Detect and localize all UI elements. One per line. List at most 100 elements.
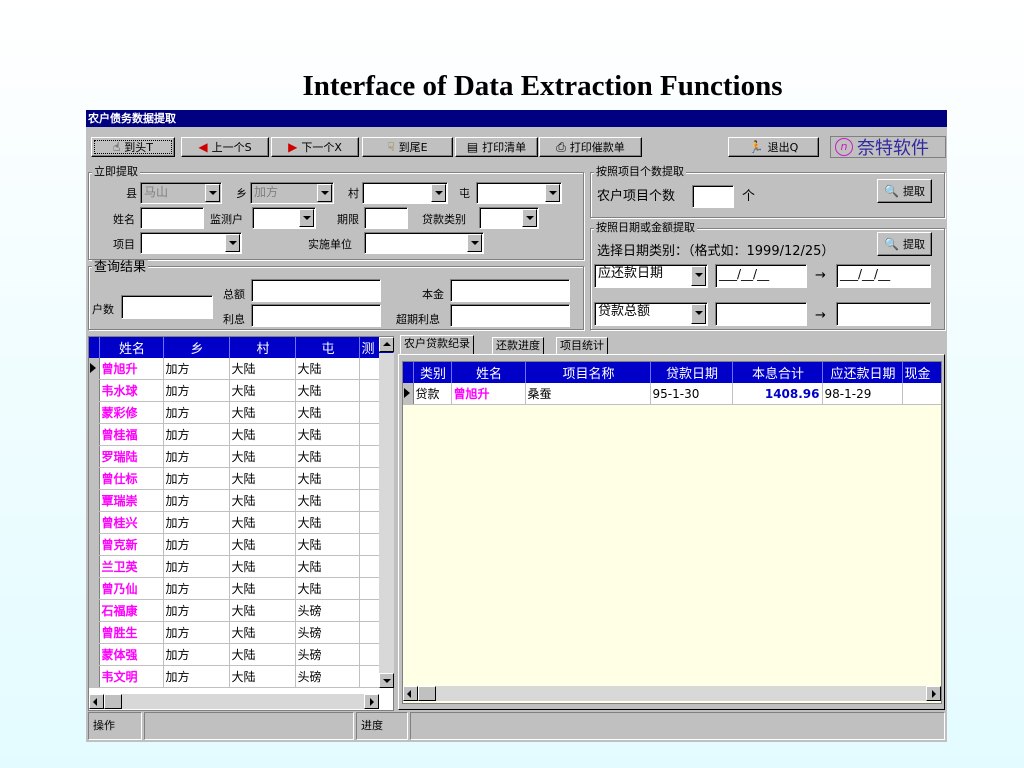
date-from-input[interactable]: ___/__/__ [715, 264, 807, 288]
amount-type-select[interactable]: 贷款总额 [594, 302, 708, 326]
cell-village[interactable]: 大陆 [229, 511, 296, 534]
table-row[interactable]: 曾桂福 加方 大陆 大陆 [89, 423, 393, 446]
unit-dropdown-button[interactable] [467, 234, 482, 252]
table-row[interactable]: 兰卫英 加方 大陆 大陆 [89, 555, 393, 578]
cell-tun[interactable]: 大陆 [295, 445, 360, 468]
cell-village[interactable]: 大陆 [229, 467, 296, 490]
col-header-township[interactable]: 乡 [163, 337, 230, 358]
loan-col-cash[interactable]: 现金 [902, 362, 941, 383]
cell-village[interactable]: 大陆 [229, 358, 296, 380]
date-type-select[interactable]: 应还款日期 [594, 264, 708, 288]
cell-village[interactable]: 大陆 [229, 533, 296, 556]
date-to-input[interactable]: ___/__/__ [836, 264, 931, 288]
cell-name[interactable]: 兰卫英 [99, 555, 164, 578]
left-grid-hscroll-track[interactable] [89, 694, 379, 709]
tun-select[interactable] [476, 182, 562, 204]
row-indicator[interactable] [89, 401, 100, 424]
left-grid-vscroll-track[interactable] [379, 353, 394, 673]
table-row[interactable]: 蒙体强 加方 大陆 头磅 [89, 643, 393, 666]
cell-village[interactable]: 大陆 [229, 489, 296, 512]
cell-township[interactable]: 加方 [163, 401, 230, 424]
cell-village[interactable]: 大陆 [229, 401, 296, 424]
date-extract-button[interactable]: 🔍 提取 [877, 232, 932, 256]
row-indicator[interactable] [89, 621, 100, 644]
cell-name[interactable]: 覃瑞崇 [99, 489, 164, 512]
col-header-tun[interactable]: 屯 [295, 337, 360, 358]
project-count-input[interactable] [692, 185, 734, 208]
cell-name[interactable]: 韦文明 [99, 665, 164, 688]
cell-tun[interactable]: 头磅 [295, 621, 360, 644]
amount-type-dropdown-button[interactable] [691, 304, 706, 324]
cell-township[interactable]: 加方 [163, 643, 230, 666]
amount-to-input[interactable] [836, 302, 931, 326]
cell-type[interactable]: 贷款 [413, 383, 452, 405]
col-header-name[interactable]: 姓名 [99, 337, 164, 358]
left-grid-scroll-left[interactable] [89, 694, 104, 709]
count-extract-button[interactable]: 🔍 提取 [877, 179, 932, 203]
cell-village[interactable]: 大陆 [229, 423, 296, 446]
township-dropdown-button[interactable] [317, 184, 332, 202]
row-indicator[interactable] [89, 445, 100, 468]
cell-name[interactable]: 蒙彩修 [99, 401, 164, 424]
row-indicator[interactable] [89, 423, 100, 446]
township-select[interactable]: 加方 [250, 182, 334, 204]
date-type-dropdown-button[interactable] [691, 266, 706, 286]
table-row[interactable]: 曾克新 加方 大陆 大陆 [89, 533, 393, 556]
cell-township[interactable]: 加方 [163, 533, 230, 556]
cell-township[interactable]: 加方 [163, 379, 230, 402]
right-grid-hscroll-track[interactable] [403, 686, 941, 701]
cell-village[interactable]: 大陆 [229, 599, 296, 622]
tab-loan-records[interactable]: 农户贷款纪录 [400, 335, 474, 355]
cell-project[interactable]: 桑蚕 [525, 383, 651, 405]
cell-township[interactable]: 加方 [163, 358, 230, 380]
cell-total[interactable]: 1408.96 [732, 383, 823, 405]
table-row[interactable]: 贷款 曾旭升 桑蚕 95-1-30 1408.96 98-1-29 [403, 383, 941, 405]
print-notice-button[interactable]: ⎙ 打印催款单 [539, 137, 642, 157]
loan-col-project[interactable]: 项目名称 [525, 362, 651, 383]
monitor-select[interactable] [252, 207, 316, 229]
cell-township[interactable]: 加方 [163, 467, 230, 490]
cell-village[interactable]: 大陆 [229, 445, 296, 468]
row-indicator[interactable] [89, 489, 100, 512]
cell-tun[interactable]: 大陆 [295, 401, 360, 424]
row-indicator[interactable] [89, 577, 100, 600]
cell-tun[interactable]: 大陆 [295, 379, 360, 402]
cell-township[interactable]: 加方 [163, 577, 230, 600]
table-row[interactable]: 覃瑞崇 加方 大陆 大陆 [89, 489, 393, 512]
loan-col-due-date[interactable]: 应还款日期 [822, 362, 903, 383]
left-grid-scroll-up[interactable] [379, 337, 394, 352]
tab-repayment-progress[interactable]: 还款进度 [492, 337, 544, 354]
right-grid-hscroll-thumb[interactable] [418, 686, 436, 701]
project-dropdown-button[interactable] [225, 234, 240, 252]
amount-from-input[interactable] [715, 302, 807, 326]
print-list-button[interactable]: ▤ 打印清单 [455, 137, 538, 157]
unit-select[interactable] [364, 232, 484, 254]
loan-col-type[interactable]: 类别 [413, 362, 452, 383]
loan-type-dropdown-button[interactable] [522, 209, 537, 227]
cell-name[interactable]: 曾仕标 [99, 467, 164, 490]
cell-name[interactable]: 曾旭升 [99, 358, 164, 380]
exit-button[interactable]: 🏃 退出Q [728, 137, 819, 157]
cell-name[interactable]: 曾桂福 [99, 423, 164, 446]
col-header-village[interactable]: 村 [229, 337, 296, 358]
row-indicator[interactable] [89, 665, 100, 688]
cell-name[interactable]: 曾克新 [99, 533, 164, 556]
village-select[interactable] [362, 182, 448, 204]
left-grid-scroll-down[interactable] [379, 673, 394, 688]
table-row[interactable]: 曾胜生 加方 大陆 头磅 [89, 621, 393, 644]
row-indicator[interactable] [89, 533, 100, 556]
table-row[interactable]: 蒙彩修 加方 大陆 大陆 [89, 401, 393, 424]
loan-col-name[interactable]: 姓名 [451, 362, 526, 383]
cell-tun[interactable]: 头磅 [295, 665, 360, 688]
prev-record-button[interactable]: ◀ 上一个S [181, 137, 269, 157]
cell-tun[interactable]: 大陆 [295, 358, 360, 380]
cell-township[interactable]: 加方 [163, 445, 230, 468]
left-grid-hscroll-thumb[interactable] [104, 694, 122, 709]
project-select[interactable] [140, 232, 242, 254]
cell-tun[interactable]: 大陆 [295, 577, 360, 600]
table-row[interactable]: 曾旭升 加方 大陆 大陆 [89, 358, 393, 380]
loan-col-loan-date[interactable]: 贷款日期 [650, 362, 733, 383]
cell-village[interactable]: 大陆 [229, 577, 296, 600]
monitor-dropdown-button[interactable] [299, 209, 314, 227]
cell-name[interactable]: 曾胜生 [99, 621, 164, 644]
